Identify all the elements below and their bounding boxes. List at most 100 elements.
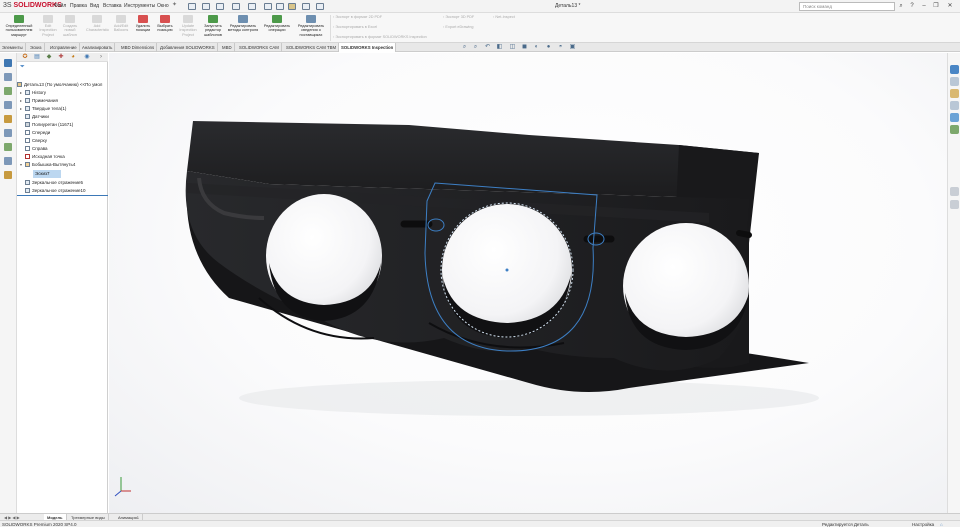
sketch-tool-icon[interactable]: [4, 87, 12, 95]
expand-panel-icon[interactable]: ›: [97, 54, 105, 61]
tab-solidworks-cam-tbm[interactable]: SOLIDWORKS CAM TBM: [284, 43, 340, 52]
custom-route-button[interactable]: Определенный пользователем маршрут: [2, 15, 36, 37]
graphics-area[interactable]: [109, 53, 947, 513]
previous-view-icon[interactable]: ↶: [484, 44, 491, 51]
tree-item-material[interactable]: Полиуретан (11671): [25, 121, 73, 129]
edit-inspection-methods-button[interactable]: Редактировать методы контроля: [227, 15, 259, 33]
feature-manager-icon[interactable]: ✪: [21, 54, 29, 61]
tree-item-solid-bodies[interactable]: ▸ Твердые тела(1): [20, 105, 66, 113]
file-explorer-icon[interactable]: [950, 89, 959, 98]
tree-item-top-plane[interactable]: Сверху: [25, 137, 47, 145]
search-icon[interactable]: ⌕: [897, 2, 905, 10]
select-icon[interactable]: [276, 3, 284, 10]
help-icon[interactable]: ?: [908, 2, 916, 10]
custom-properties-icon[interactable]: [950, 125, 959, 134]
smart-dimension-icon[interactable]: [4, 73, 12, 81]
tree-item-right-plane[interactable]: Справа: [25, 145, 48, 153]
property-manager-icon[interactable]: ▤: [33, 54, 41, 61]
launch-template-editor-button[interactable]: Запустить редактор шаблонов: [201, 15, 225, 37]
configuration-manager-icon[interactable]: ◆: [45, 54, 53, 61]
print-icon[interactable]: [248, 3, 256, 10]
new-document-icon[interactable]: [202, 3, 210, 10]
open-icon[interactable]: [216, 3, 224, 10]
tree-item-mirror-10[interactable]: Зеркальное отражение10: [25, 187, 86, 195]
tab-mbd-dimensions[interactable]: MBD Dimensions: [119, 43, 158, 52]
select-tool-icon[interactable]: [4, 59, 12, 67]
tab-features[interactable]: Элементы: [0, 43, 26, 52]
hide-show-icon[interactable]: ◐: [533, 44, 540, 51]
rebuild-icon[interactable]: [288, 3, 296, 10]
view-orientation-icon[interactable]: ◫: [509, 44, 516, 51]
file-properties-icon[interactable]: [302, 3, 310, 10]
tree-root[interactable]: Деталь13 (По умолчанию) <<По умол: [17, 81, 102, 89]
save-icon[interactable]: [232, 3, 240, 10]
resources-icon[interactable]: [950, 65, 959, 74]
tree-item-front-plane[interactable]: Спереди: [25, 129, 50, 137]
tree-item-annotations[interactable]: ▸ Примечания: [20, 97, 58, 105]
solidworks-logo[interactable]: 3S SOLIDWORKS: [3, 2, 62, 9]
inspection-pane-icon[interactable]: [950, 200, 959, 209]
part-body[interactable]: [185, 121, 809, 392]
cam-manager-icon[interactable]: ◉: [83, 54, 91, 61]
view-settings-icon[interactable]: ▣: [569, 44, 576, 51]
tab-solidworks-inspection[interactable]: SOLIDWORKS Inspection: [339, 43, 397, 52]
create-template-button[interactable]: Создать новый шаблон: [60, 15, 80, 37]
tree-item-origin[interactable]: Исходная точка: [25, 153, 65, 161]
tab-analyze[interactable]: Анализировать: [80, 43, 116, 52]
appearance-icon[interactable]: [4, 171, 12, 179]
zoom-to-fit-icon[interactable]: ⌕: [461, 44, 468, 51]
undo-icon[interactable]: [264, 3, 272, 10]
apply-scene-icon[interactable]: ◓: [557, 44, 564, 51]
add-edit-balloons-button[interactable]: Add/Edit Balloons: [110, 15, 132, 33]
net-inspect-button[interactable]: Net-Inspect: [493, 15, 514, 19]
tab-repair[interactable]: Исправление: [48, 43, 80, 52]
options-icon[interactable]: [316, 3, 324, 10]
tree-item-boss-extrude[interactable]: ▾ Бобышка-Вытянуть4: [20, 161, 75, 169]
export-3d-pdf-button[interactable]: Экспорт 3D PDF: [443, 15, 474, 19]
menu-window[interactable]: Окно: [157, 3, 169, 9]
search-input[interactable]: Поиск команд: [799, 2, 895, 11]
export-excel-button[interactable]: Экспортировать в Excel: [333, 25, 377, 29]
instant3d-icon[interactable]: [4, 157, 12, 165]
design-library-icon[interactable]: [950, 77, 959, 86]
zoom-area-icon[interactable]: ⌕: [472, 44, 479, 51]
mass-properties-icon[interactable]: [4, 115, 12, 123]
delete-positions-button[interactable]: Удалить позиции: [132, 15, 154, 33]
measure-icon[interactable]: [4, 101, 12, 109]
export-2d-pdf-button[interactable]: Экспорт в формат 2D PDF: [333, 15, 382, 19]
edit-appearance-icon[interactable]: ●: [545, 44, 552, 51]
model-view[interactable]: [109, 53, 947, 513]
menu-view[interactable]: Вид: [90, 3, 99, 9]
reference-geometry-icon[interactable]: [4, 129, 12, 137]
tree-item-sensors[interactable]: Датчики: [25, 113, 49, 121]
view-palette-icon[interactable]: [950, 101, 959, 110]
menu-insert[interactable]: Вставка: [103, 3, 122, 9]
export-edrawing-button[interactable]: Export eDrawing: [443, 25, 473, 29]
minimize-icon[interactable]: –: [920, 2, 928, 10]
display-style-icon[interactable]: ◼: [521, 44, 528, 51]
section-view-icon[interactable]: ◧: [496, 44, 503, 51]
tab-solidworks-cam[interactable]: SOLIDWORKS CAM: [237, 43, 282, 52]
export-inspection-button[interactable]: Экспортировать в формат SOLIDWORKS Inspe…: [333, 35, 426, 39]
select-position-button[interactable]: Выбрать позицию: [155, 15, 175, 33]
display-manager-icon[interactable]: ◕: [69, 54, 77, 61]
tree-item-sketch[interactable]: Эскиз7: [33, 170, 61, 178]
rollback-bar[interactable]: [17, 195, 108, 196]
tab-sketch[interactable]: Эскиз: [28, 43, 45, 52]
menu-tools[interactable]: Инструменты: [124, 3, 155, 9]
edit-operations-button[interactable]: Редактировать операции: [261, 15, 293, 33]
edit-inspection-project-button[interactable]: Edit Inspection Project: [38, 15, 58, 37]
solidworks-forum-icon[interactable]: [950, 187, 959, 196]
update-inspection-project-button[interactable]: Update Inspection Project: [177, 15, 199, 37]
close-icon[interactable]: ✕: [946, 2, 954, 10]
tree-item-history[interactable]: ▸ History: [20, 89, 46, 97]
add-characteristic-button[interactable]: Add Characteristic: [86, 15, 109, 33]
restore-icon[interactable]: ❐: [932, 2, 940, 10]
dimxpert-icon[interactable]: ✚: [57, 54, 65, 61]
tab-mbd[interactable]: MBD: [220, 43, 235, 52]
edit-vendors-button[interactable]: Редактировать сведения о поставщиках: [295, 15, 327, 37]
tab-solidworks-addins[interactable]: Добавления SOLIDWORKS: [158, 43, 218, 52]
curves-icon[interactable]: [4, 143, 12, 151]
menu-edit[interactable]: Правка: [70, 3, 87, 9]
tree-item-mirror-5[interactable]: Зеркальное отражение5: [25, 179, 83, 187]
